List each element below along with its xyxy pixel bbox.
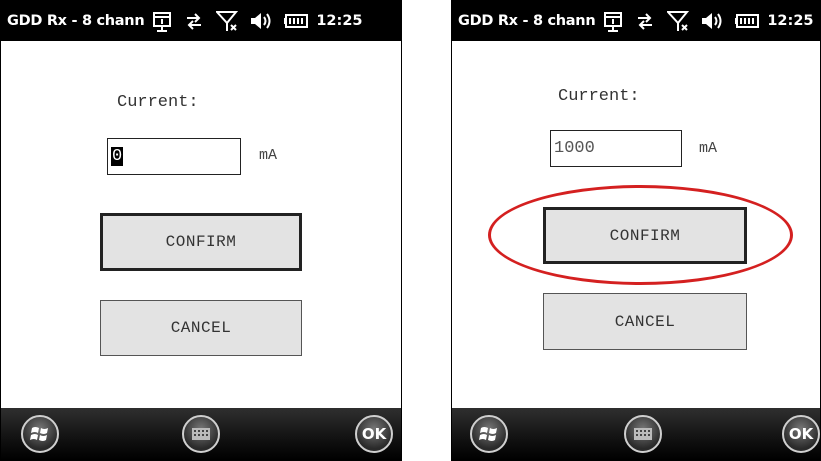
calendar-icon[interactable]	[603, 10, 623, 32]
no-signal-icon[interactable]	[667, 10, 690, 32]
keyboard-icon	[634, 428, 652, 440]
windows-start-icon	[479, 427, 497, 441]
keyboard-button[interactable]	[182, 415, 220, 453]
cancel-button[interactable]: CANCEL	[543, 293, 747, 350]
current-input[interactable]: 0	[107, 138, 241, 175]
taskbar: OK	[452, 408, 820, 460]
calendar-icon[interactable]	[152, 10, 172, 32]
highlight-ellipse	[488, 185, 793, 285]
status-icons	[603, 10, 760, 32]
app-title: GDD Rx - 8 chann	[7, 13, 145, 29]
title-bar: GDD Rx - 8 chann 12:25	[452, 1, 820, 41]
clock: 12:25	[316, 13, 363, 29]
windows-start-icon	[30, 427, 48, 441]
ok-button[interactable]: OK	[782, 415, 820, 453]
current-input[interactable]: 1000	[550, 130, 682, 167]
confirm-button[interactable]: CONFIRM	[100, 213, 302, 271]
current-input-value: 1000	[554, 139, 595, 158]
battery-icon[interactable]	[735, 14, 760, 28]
keyboard-icon	[192, 428, 210, 440]
no-signal-icon[interactable]	[216, 10, 239, 32]
speaker-icon[interactable]	[250, 11, 272, 31]
sync-arrows-icon[interactable]	[635, 11, 655, 31]
title-bar: GDD Rx - 8 chann 12:25	[1, 1, 401, 41]
clock: 12:25	[767, 13, 814, 29]
device-screen-left: GDD Rx - 8 chann 12:25 Current: 0 mA CON…	[0, 0, 402, 461]
current-label: Current:	[558, 87, 640, 106]
unit-label: mA	[259, 147, 278, 164]
app-title: GDD Rx - 8 chann	[458, 13, 596, 29]
status-icons	[152, 10, 309, 32]
taskbar: OK	[1, 408, 401, 460]
battery-icon[interactable]	[284, 14, 309, 28]
ok-button[interactable]: OK	[355, 415, 393, 453]
speaker-icon[interactable]	[701, 11, 723, 31]
current-label: Current:	[117, 93, 199, 112]
sync-arrows-icon[interactable]	[184, 11, 204, 31]
keyboard-button[interactable]	[624, 415, 662, 453]
windows-start-button[interactable]	[470, 415, 508, 453]
current-input-value: 0	[111, 147, 124, 166]
windows-start-button[interactable]	[21, 415, 59, 453]
cancel-button[interactable]: CANCEL	[100, 300, 302, 356]
unit-label: mA	[699, 140, 718, 157]
